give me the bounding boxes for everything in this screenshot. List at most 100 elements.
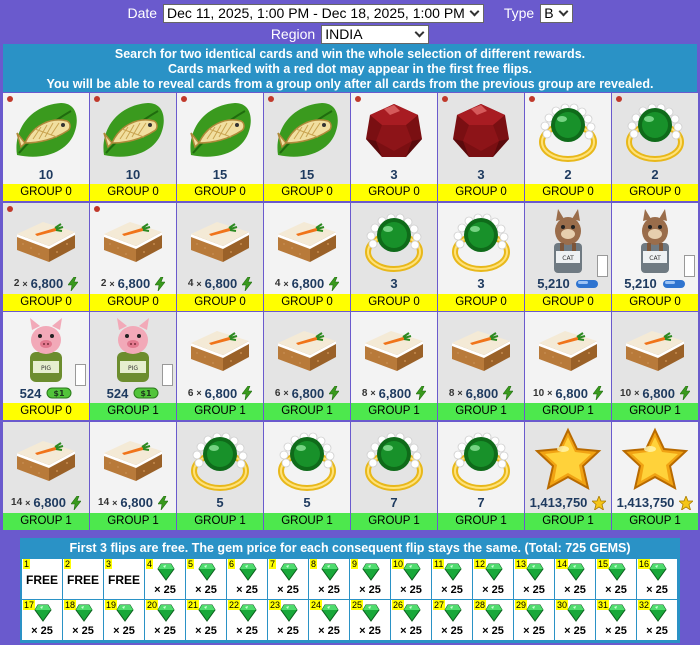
card-value-text: 5,210	[537, 276, 570, 291]
group-label: GROUP 1	[3, 512, 89, 530]
reward-card[interactable]: 8 × 6,800 GROUP 1	[438, 312, 524, 420]
card-checkbox[interactable]	[684, 254, 695, 277]
flip-number: 5	[187, 559, 195, 569]
reward-card[interactable]: 14 × 6,800 GROUP 1	[90, 421, 176, 530]
green-ring-icon	[351, 207, 437, 275]
flip-number: 3	[105, 559, 113, 569]
reward-card[interactable]: 3 GROUP 0	[438, 93, 524, 201]
flip-free-label: FREE	[107, 573, 140, 587]
instruction-line-2: Cards marked with a red dot may appear i…	[168, 62, 532, 76]
reward-card[interactable]: 15 GROUP 0	[264, 93, 350, 201]
reward-card[interactable]: PIG 524 $1 GROUP 1	[90, 312, 176, 420]
reward-card[interactable]: 10 × 6,800 GROUP 1	[612, 312, 698, 420]
reward-card[interactable]: 4 × 6,800 GROUP 0	[177, 202, 263, 311]
flip-cost: × 25	[523, 625, 545, 637]
gem-icon	[157, 563, 175, 586]
card-value: 10	[3, 166, 89, 182]
card-value: 4 × 6,800	[177, 276, 263, 292]
card-grid: 10 GROUP 0 10 GROUP 0 15 GROUP 0 15 GROUP 0	[3, 93, 698, 530]
card-value: 2	[612, 166, 698, 182]
flips-panel: First 3 flips are free. The gem price fo…	[20, 538, 680, 643]
reward-card[interactable]: 15 GROUP 0	[177, 93, 263, 201]
fish-leaf-icon	[177, 97, 263, 165]
card-checkbox[interactable]	[162, 364, 173, 386]
reward-card[interactable]: 2 × 6,800 GROUP 0	[90, 202, 176, 311]
card-value-text: 6,800	[291, 385, 325, 401]
reward-card[interactable]: 7 GROUP 1	[438, 421, 524, 530]
reward-card[interactable]: 3 GROUP 0	[438, 202, 524, 311]
flip-cell: 8 × 25	[309, 559, 349, 599]
type-select[interactable]: B	[540, 3, 573, 23]
flip-cost: × 25	[482, 584, 504, 596]
card-value-text: 6,800	[465, 385, 499, 401]
card-multiplier: 2	[13, 278, 20, 289]
reward-card[interactable]: 1,413,750 GROUP 1	[525, 421, 611, 530]
times-sign: ×	[196, 388, 202, 398]
reward-card[interactable]: 10 × 6,800 GROUP 1	[525, 312, 611, 420]
reward-card[interactable]: 10 GROUP 0	[3, 93, 89, 201]
card-value: 1,413,750	[612, 495, 698, 511]
times-sign: ×	[196, 278, 202, 289]
flip-cell: 6 × 25	[227, 559, 267, 599]
reward-card[interactable]: 7 GROUP 1	[351, 421, 437, 530]
card-value-text: 2	[564, 166, 572, 182]
flip-cost: × 25	[646, 584, 668, 596]
reward-card[interactable]: CAT 5,210 GROUP 0	[612, 202, 698, 311]
group-label: GROUP 0	[3, 293, 89, 311]
reward-card[interactable]: 2 × 6,800 GROUP 0	[3, 202, 89, 311]
group-label: GROUP 0	[525, 184, 611, 201]
energy-icon	[416, 386, 427, 400]
reward-card[interactable]: 3 GROUP 0	[351, 202, 437, 311]
gem-icon	[444, 604, 462, 627]
reward-card[interactable]: 5 GROUP 1	[177, 421, 263, 530]
reward-card[interactable]: 6 × 6,800 GROUP 1	[177, 312, 263, 420]
reward-card[interactable]: 10 GROUP 0	[90, 93, 176, 201]
reward-card[interactable]: 4 × 6,800 GROUP 0	[264, 202, 350, 311]
reward-card[interactable]: 1,413,750 GROUP 1	[612, 421, 698, 530]
gem-icon	[608, 563, 626, 586]
card-value: 2 × 6,800	[90, 276, 176, 292]
red-gem-icon	[438, 97, 524, 165]
card-value-text: 524	[19, 385, 42, 401]
card-value: 14 × 6,800	[3, 495, 89, 511]
reward-card[interactable]: 8 × 6,800 GROUP 1	[351, 312, 437, 420]
group-label: GROUP 1	[264, 403, 350, 420]
reward-card[interactable]: 2 GROUP 0	[525, 93, 611, 201]
reward-card[interactable]: 3 GROUP 0	[351, 93, 437, 201]
date-select[interactable]: Dec 11, 2025, 1:00 PM - Dec 18, 2025, 1:…	[163, 3, 484, 23]
reward-card[interactable]: PIG 524 $1 GROUP 0	[3, 312, 89, 420]
flip-grid: 1 FREE 2 FREE 3 FREE 4 × 25 5 × 25 6 × 25 7 × 25 8 × 25…	[22, 559, 677, 640]
card-checkbox[interactable]	[597, 254, 608, 277]
reward-card[interactable]: CAT 5,210 GROUP 0	[525, 202, 611, 311]
region-select[interactable]: INDIA	[321, 24, 430, 44]
group-label: GROUP 1	[90, 512, 176, 530]
card-checkbox[interactable]	[75, 364, 86, 386]
reward-card[interactable]: 5 GROUP 1	[264, 421, 350, 530]
carrot-cake-icon	[177, 316, 263, 384]
gem-icon	[403, 604, 421, 627]
flip-cell: 25 × 25	[350, 600, 390, 640]
flip-cell: 24 × 25	[309, 600, 349, 640]
group-label: GROUP 1	[351, 403, 437, 420]
card-value: 5	[177, 495, 263, 511]
group-label: GROUP 0	[264, 184, 350, 201]
card-multiplier: 8	[361, 387, 368, 399]
card-value-text: 6,800	[555, 385, 588, 401]
flip-cell: 3 FREE	[104, 559, 144, 599]
green-ring-icon	[525, 97, 611, 165]
card-value: 10	[90, 166, 176, 182]
gem-icon	[567, 563, 585, 586]
card-value-text: 6,800	[30, 276, 64, 291]
flip-cell: 12 × 25	[473, 559, 513, 599]
reward-card[interactable]: 14 × 6,800 GROUP 1	[3, 421, 89, 530]
chevron-down-icon	[558, 7, 570, 19]
flip-cell: 14 × 25	[555, 559, 595, 599]
green-ring-icon	[438, 207, 524, 275]
card-value-text: 7	[390, 495, 398, 510]
reward-card[interactable]: 6 × 6,800 GROUP 1	[264, 312, 350, 420]
card-value-text: 10	[38, 166, 54, 182]
reward-card[interactable]: 2 GROUP 0	[612, 93, 698, 201]
flip-number: 11	[433, 559, 445, 569]
gem-icon	[444, 563, 462, 586]
card-value-text: 6,800	[291, 276, 325, 291]
